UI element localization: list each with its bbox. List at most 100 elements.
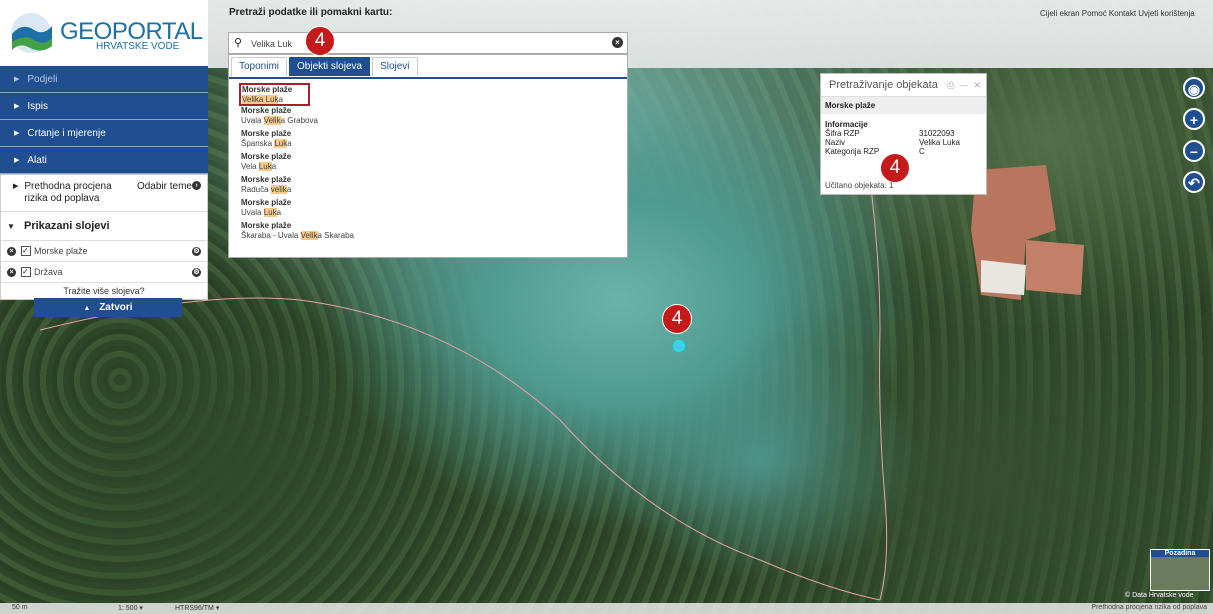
search-results: Toponimi Objekti slojeva Slojevi Morske … (228, 54, 628, 258)
caret-right-icon: ▶ (14, 76, 20, 83)
scale-select[interactable]: 1: 500 ▾ (118, 604, 143, 612)
result-name: Španska Luka (241, 139, 292, 148)
previous-assessment-label: Prethodna procjena rizika od poplava (24, 181, 112, 204)
info-heading: Informacije (825, 120, 868, 129)
tab-toponimi[interactable]: Toponimi (231, 57, 288, 76)
search-result-item[interactable]: Morske plaže Raduča velika (241, 175, 627, 198)
result-name: Raduča velika (241, 185, 292, 194)
sidebar-item-podjeli[interactable]: ▶ Podjeli (0, 66, 208, 93)
results-tabs: Toponimi Objekti slojeva Slojevi (229, 55, 627, 79)
remove-layer-icon[interactable]: × (7, 267, 16, 277)
result-category: Morske plaže (241, 106, 292, 115)
result-name: Uvala Velika Grabova (241, 116, 318, 125)
chevron-right-icon[interactable]: › (192, 181, 201, 190)
match-highlight: Velika Luk (242, 95, 279, 104)
search-label: Pretraži podatke ili pomakni kartu: (229, 7, 393, 18)
sidebar-item-crtanje[interactable]: ▶ Crtanje i mjerenje (0, 120, 208, 147)
tab-slojevi[interactable]: Slojevi (372, 57, 418, 76)
sidebar-item-label: Crtanje i mjerenje (27, 127, 106, 139)
back-arrow-icon[interactable]: ↶ (1183, 171, 1205, 193)
close-sidebar-button[interactable]: ▲ Zatvori (34, 298, 182, 317)
layers-title: ▼ Prikazani slojevi (1, 212, 207, 241)
settings-gear-icon[interactable]: ⚙ (192, 246, 201, 256)
search-result-item[interactable]: Morske plaže Vela Luka (241, 152, 627, 175)
match-highlight: Luk (263, 208, 277, 217)
locate-icon[interactable]: ◉ (1183, 77, 1205, 99)
result-name: Velika Luka (242, 95, 283, 104)
match-highlight: Velik (300, 231, 318, 240)
search-result-item[interactable]: Morske plaže Škaraba - Uvala Velika Skara… (241, 221, 627, 244)
search-result-item[interactable]: Morske plaže Uvala Luka (241, 198, 627, 221)
caret-right-icon: ▶ (13, 183, 19, 190)
background-switcher[interactable]: Pozadina (1150, 549, 1210, 591)
sidebar-item-ispis[interactable]: ▶ Ispis (0, 93, 208, 120)
bottom-bar: 50 m 1: 500 ▾ HTRS96/TM ▾ Prethodna proc… (0, 603, 1213, 614)
clear-search-icon[interactable]: × (612, 37, 623, 48)
caret-up-icon: ▲ (83, 305, 91, 312)
result-name: Škaraba - Uvala Velika Skaraba (241, 231, 354, 240)
search-input[interactable] (249, 35, 603, 52)
print-icon[interactable]: ⎙ (947, 80, 954, 91)
result-name: Uvala Luka (241, 208, 282, 217)
match-highlight: velik (270, 185, 287, 194)
more-layers-link[interactable]: Tražite više slojeva? (1, 283, 207, 299)
info-row: Kategorija RZP C (825, 147, 925, 156)
minimize-icon[interactable]: — (959, 80, 968, 90)
caret-down-icon: ▼ (7, 222, 15, 231)
layers-panel: ▶ Prethodna procjena rizika od poplava O… (0, 174, 208, 300)
caret-right-icon: ▶ (14, 157, 20, 164)
layer-name: Država (34, 267, 63, 277)
search-result-item[interactable]: Morske plaže Uvala Velika Grabova (241, 106, 627, 129)
sidebar: ▶ Podjeli ▶ Ispis ▶ Crtanje i mjerenje ▶… (0, 66, 208, 300)
info-row: Naziv Velika Luka (825, 138, 960, 147)
top-links[interactable]: Cijeli ekran Pomoć Kontakt Uvjeti korišt… (1040, 9, 1195, 18)
annotation-badge: 4 (662, 304, 692, 334)
result-category: Morske plaže (241, 198, 292, 207)
layer-row[interactable]: × ✓ Država ⚙ (1, 262, 207, 283)
results-list: Morske plaže Velika Luka Morske plaže Uvala… (229, 79, 627, 244)
search-box[interactable]: ⚲ × (228, 32, 628, 54)
settings-gear-icon[interactable]: ⚙ (192, 267, 201, 277)
projection-select[interactable]: HTRS96/TM ▾ (175, 604, 219, 612)
caret-right-icon: ▶ (14, 103, 20, 110)
search-icon: ⚲ (234, 37, 243, 49)
choose-theme-label[interactable]: Odabir teme (137, 181, 192, 193)
footnote-text: Prethodna procjena rizika od poplava (1091, 604, 1207, 611)
data-credit: © Data Hrvatske vode (1125, 592, 1194, 599)
result-category: Morske plaže (241, 175, 292, 184)
scale-bar: 50 m (12, 604, 28, 611)
sidebar-item-alati[interactable]: ▶ Alati (0, 147, 208, 174)
sidebar-item-label: Ispis (27, 100, 48, 112)
result-category: Morske plaže (241, 152, 292, 161)
sidebar-item-label: Podjeli (27, 73, 58, 85)
search-result-item[interactable]: Morske plaže Velika Luka (239, 83, 310, 106)
loaded-count: Učitano objekata: 1 (825, 181, 894, 190)
match-highlight: Luk (258, 162, 272, 171)
tab-objekti-slojeva[interactable]: Objekti slojeva (289, 57, 371, 76)
logo[interactable]: GEOPORTAL HRVATSKE VODE (0, 0, 208, 66)
layer-checkbox[interactable]: ✓ (21, 246, 31, 256)
close-icon[interactable]: ✕ (973, 80, 981, 91)
zoom-out-icon[interactable]: − (1183, 140, 1205, 162)
layer-checkbox[interactable]: ✓ (21, 267, 31, 277)
match-highlight: Luk (274, 139, 288, 148)
wave-logo-icon (11, 13, 52, 53)
annotation-badge: 4 (880, 153, 910, 183)
popup-title: Pretraživanje objekata (829, 79, 938, 91)
layer-row[interactable]: × ✓ Morske plaže ⚙ (1, 241, 207, 262)
info-row: Šifra RZP 31022093 (825, 129, 955, 138)
zoom-in-icon[interactable]: + (1183, 108, 1205, 130)
popup-layer-name: Morske plaže (821, 97, 986, 114)
logo-subtitle: HRVATSKE VODE (96, 41, 180, 52)
remove-layer-icon[interactable]: × (7, 246, 16, 256)
match-highlight: Velik (263, 116, 281, 125)
result-category: Morske plaže (242, 85, 293, 94)
location-marker[interactable] (673, 340, 685, 352)
popup-body: Informacije Šifra RZP 31022093 Naziv Velik… (821, 114, 986, 156)
result-category: Morske plaže (241, 129, 292, 138)
layer-name: Morske plaže (34, 246, 88, 256)
caret-right-icon: ▶ (14, 130, 20, 137)
result-name: Vela Luka (241, 162, 277, 171)
previous-assessment-row[interactable]: ▶ Prethodna procjena rizika od poplava O… (1, 175, 207, 212)
search-result-item[interactable]: Morske plaže Španska Luka (241, 129, 627, 152)
